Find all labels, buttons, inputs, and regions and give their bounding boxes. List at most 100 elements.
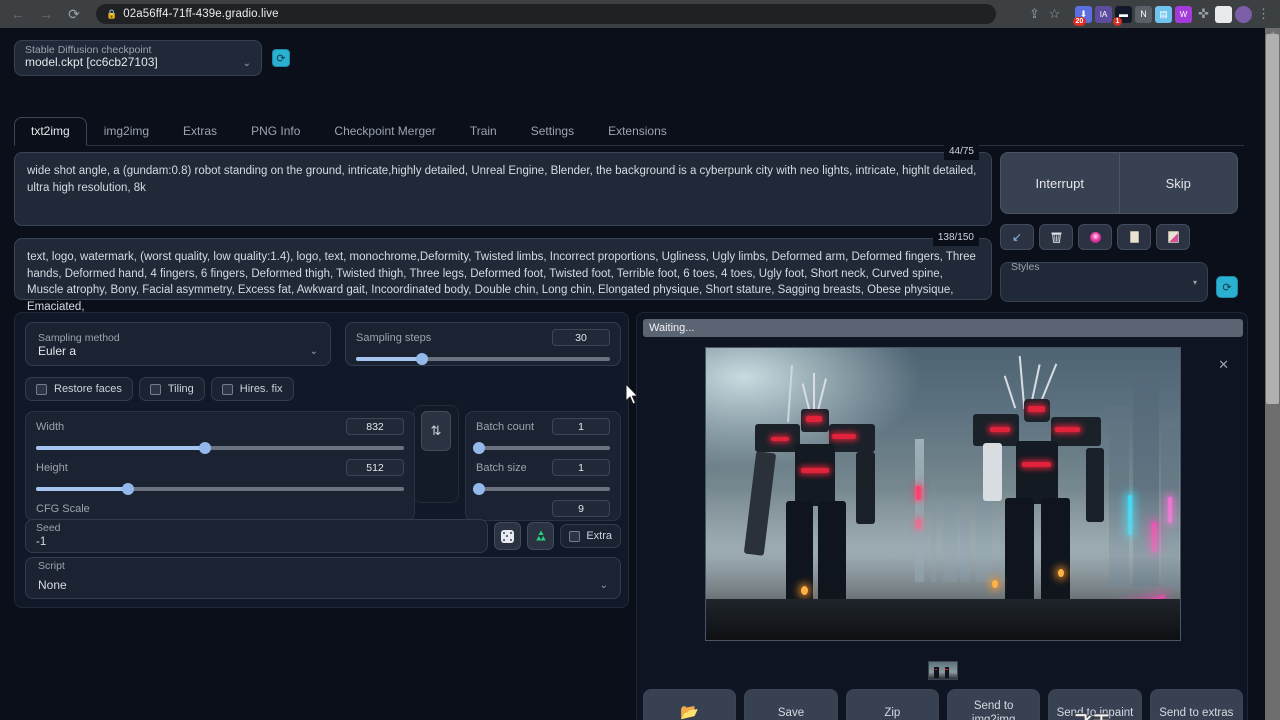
checkbox-square: [569, 531, 580, 542]
tab-checkpoint-merger[interactable]: Checkpoint Merger: [317, 117, 452, 145]
folder-icon: 📂: [680, 704, 699, 720]
tab-txt2img[interactable]: txt2img: [14, 117, 87, 146]
checkbox-square: [36, 384, 47, 395]
height-value[interactable]: 512: [346, 459, 404, 476]
checkpoint-row: Stable Diffusion checkpoint model.ckpt […: [14, 40, 290, 76]
notion-icon[interactable]: N: [1135, 6, 1152, 23]
chevron-down-icon: ⌄: [310, 346, 318, 357]
result-panel: Waiting... ✕: [636, 312, 1248, 720]
internet-archive-icon[interactable]: IA: [1095, 6, 1112, 23]
random-seed-dice-icon[interactable]: [494, 522, 521, 550]
open-folder-button[interactable]: 📂: [643, 689, 736, 720]
negative-prompt-input[interactable]: 138/150 text, logo, watermark, (worst qu…: [14, 238, 992, 300]
save-style-icon[interactable]: [1156, 224, 1190, 250]
batch-count-value[interactable]: 1: [552, 418, 610, 435]
bookmark-star-icon[interactable]: ☆: [1046, 6, 1063, 23]
share-icon[interactable]: ⇪: [1026, 6, 1043, 23]
batch-size-value[interactable]: 1: [552, 459, 610, 476]
prompt-tool-row: ↙: [1000, 224, 1238, 250]
tab-png-info[interactable]: PNG Info: [234, 117, 317, 145]
positive-prompt-text: wide shot angle, a (gundam:0.8) robot st…: [27, 165, 976, 194]
styles-row: Styles ▾ ⟳: [1000, 262, 1238, 302]
browser-menu-icon[interactable]: ⋮: [1255, 6, 1272, 23]
batch-count-slider[interactable]: Batch count 1: [476, 418, 610, 450]
tiling-checkbox[interactable]: Tiling: [139, 377, 205, 401]
hires-fix-checkbox[interactable]: Hires. fix: [211, 377, 294, 401]
image-tool-icon[interactable]: ▤: [1155, 6, 1172, 23]
cfg-scale-value[interactable]: 9: [552, 500, 610, 517]
tab-train[interactable]: Train: [453, 117, 514, 145]
generated-image[interactable]: [705, 347, 1181, 641]
forward-icon[interactable]: →: [34, 2, 58, 26]
reuse-seed-recycle-icon[interactable]: [527, 522, 554, 550]
interrupt-button[interactable]: Interrupt: [1001, 153, 1119, 213]
gallery-thumbnail[interactable]: [928, 661, 958, 680]
sampling-steps-track[interactable]: [356, 357, 610, 361]
tab-extras[interactable]: Extras: [166, 117, 234, 145]
skip-button[interactable]: Skip: [1119, 153, 1238, 213]
generated-artwork: [706, 348, 1180, 640]
sampling-steps-slider[interactable]: Sampling steps 30: [345, 322, 621, 366]
seed-row: Seed -1 E: [25, 517, 621, 555]
batch-count-label: Batch count: [476, 421, 534, 433]
seed-input[interactable]: Seed -1: [25, 519, 488, 553]
apply-style-button[interactable]: ⟳: [1216, 276, 1238, 298]
width-track[interactable]: [36, 446, 404, 450]
page-scrollbar-thumb[interactable]: [1266, 34, 1279, 404]
download-manager-icon[interactable]: ⬇20: [1075, 6, 1092, 23]
tab-settings[interactable]: Settings: [514, 117, 591, 145]
terminal-icon[interactable]: ▬1: [1115, 6, 1132, 23]
send-to-inpaint-button[interactable]: Send to inpaint: [1048, 689, 1141, 720]
paste-params-icon[interactable]: [1117, 224, 1151, 250]
tab-img2img[interactable]: img2img: [87, 117, 166, 145]
batch-size-track[interactable]: [476, 487, 610, 491]
thumbnail-strip: [643, 661, 1243, 680]
save-button[interactable]: Save: [744, 689, 837, 720]
send-to-img2img-button[interactable]: Send to img2img: [947, 689, 1040, 720]
styles-dropdown[interactable]: Styles ▾: [1000, 262, 1208, 302]
batch-size-slider[interactable]: Batch size 1: [476, 459, 610, 491]
checkpoint-value: model.ckpt [cc6cb27103]: [25, 55, 158, 69]
url-text: 02a56ff4-71ff-439e.gradio.live: [123, 8, 278, 20]
batch-count-track[interactable]: [476, 446, 610, 450]
close-icon[interactable]: ✕: [1218, 357, 1229, 373]
height-slider[interactable]: Height 512: [36, 459, 404, 491]
checkpoint-select[interactable]: Stable Diffusion checkpoint model.ckpt […: [14, 40, 262, 76]
profile-avatar-icon[interactable]: [1235, 6, 1252, 23]
width-slider[interactable]: Width 832: [36, 418, 404, 450]
width-value[interactable]: 832: [346, 418, 404, 435]
tab-extensions[interactable]: Extensions: [591, 117, 684, 145]
zip-button[interactable]: Zip: [846, 689, 939, 720]
sampling-steps-value[interactable]: 30: [552, 329, 610, 346]
sidebar-toggle-icon[interactable]: [1215, 6, 1232, 23]
puzzle-extensions-icon[interactable]: ✜: [1195, 6, 1212, 23]
script-label: Script: [38, 560, 65, 572]
dimensions-group: Width 832 Height 512: [25, 411, 415, 521]
interrupt-skip-group: Interrupt Skip: [1000, 152, 1238, 214]
reload-icon[interactable]: ⟳: [62, 2, 86, 26]
extra-seed-checkbox[interactable]: Extra: [560, 524, 621, 548]
script-dropdown[interactable]: Script None ⌄: [25, 557, 621, 599]
refresh-checkpoints-button[interactable]: ⟳: [272, 49, 290, 67]
cfg-scale-value-block: 9: [476, 500, 610, 517]
txt2img-settings-panel: Sampling method Euler a ⌄ Sampling steps…: [14, 312, 629, 608]
restore-faces-label: Restore faces: [54, 383, 122, 395]
trash-clear-icon[interactable]: [1039, 224, 1073, 250]
extra-networks-icon[interactable]: [1078, 224, 1112, 250]
height-track[interactable]: [36, 487, 404, 491]
browser-toolbar: ← → ⟳ 🔒 02a56ff4-71ff-439e.gradio.live ⇪…: [0, 0, 1280, 28]
checkpoint-label: Stable Diffusion checkpoint: [25, 44, 151, 56]
restore-faces-checkbox[interactable]: Restore faces: [25, 377, 133, 401]
image-gallery: ✕: [643, 343, 1243, 663]
sampling-method-dropdown[interactable]: Sampling method Euler a ⌄: [25, 322, 331, 366]
height-label: Height: [36, 462, 68, 474]
swap-dimensions-button[interactable]: ⇅: [421, 411, 451, 451]
prompt-area: 44/75 wide shot angle, a (gundam:0.8) ro…: [14, 152, 992, 300]
send-to-extras-button[interactable]: Send to extras: [1150, 689, 1243, 720]
arrow-restore-icon[interactable]: ↙: [1000, 224, 1034, 250]
office-icon[interactable]: W: [1175, 6, 1192, 23]
hires-fix-label: Hires. fix: [240, 383, 283, 395]
positive-prompt-input[interactable]: 44/75 wide shot angle, a (gundam:0.8) ro…: [14, 152, 992, 226]
address-bar[interactable]: 🔒 02a56ff4-71ff-439e.gradio.live: [96, 4, 996, 24]
back-icon[interactable]: ←: [6, 2, 30, 26]
